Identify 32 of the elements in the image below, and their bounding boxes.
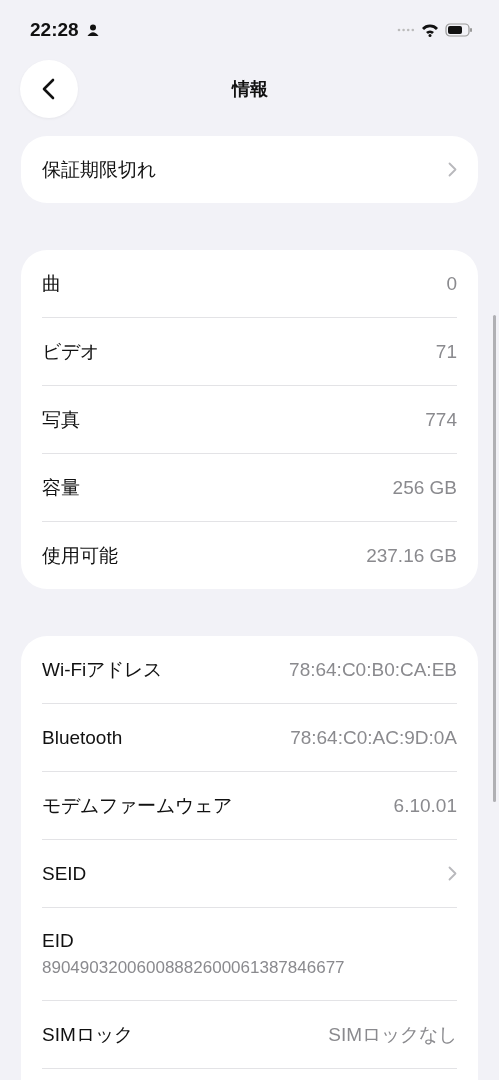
row-label: モデムファームウェア xyxy=(42,793,232,818)
row-label: 曲 xyxy=(42,271,61,296)
page-title: 情報 xyxy=(231,78,268,101)
row-value: 78:64:C0:AC:9D:0A xyxy=(290,726,457,749)
status-time: 22:28 xyxy=(30,19,79,41)
row-label: 容量 xyxy=(42,475,80,500)
row-label: SIMロック xyxy=(42,1022,133,1047)
row-label: 写真 xyxy=(42,407,80,432)
row-value: 6.10.01 xyxy=(393,794,457,817)
row-label: EID xyxy=(42,930,74,952)
row-value: SIMロックなし xyxy=(328,1022,457,1047)
chevron-icon xyxy=(448,866,457,881)
chevron-icon xyxy=(448,162,457,177)
row-value: 89049032006008882600061387846677 xyxy=(42,958,345,978)
person-icon xyxy=(86,24,99,36)
settings-row[interactable]: 保証期限切れ xyxy=(42,136,457,203)
settings-row[interactable]: SEID xyxy=(42,840,457,908)
back-button[interactable] xyxy=(20,60,78,118)
wifi-icon xyxy=(421,23,439,37)
row-label: Bluetooth xyxy=(42,726,123,749)
row-value: 71 xyxy=(435,340,457,363)
row-value: 256 GB xyxy=(392,476,457,499)
back-icon xyxy=(41,77,57,101)
row-value: 237.16 GB xyxy=(366,544,457,567)
row-label: ビデオ xyxy=(42,339,99,364)
row-value: 0 xyxy=(446,272,457,295)
row-value: 774 xyxy=(425,408,457,431)
battery-icon xyxy=(445,23,473,37)
row-label: 使用可能 xyxy=(42,543,118,568)
signal-icon xyxy=(397,28,415,32)
row-label: Wi-Fiアドレス xyxy=(42,657,163,682)
row-value: 78:64:C0:B0:CA:EB xyxy=(289,658,457,681)
